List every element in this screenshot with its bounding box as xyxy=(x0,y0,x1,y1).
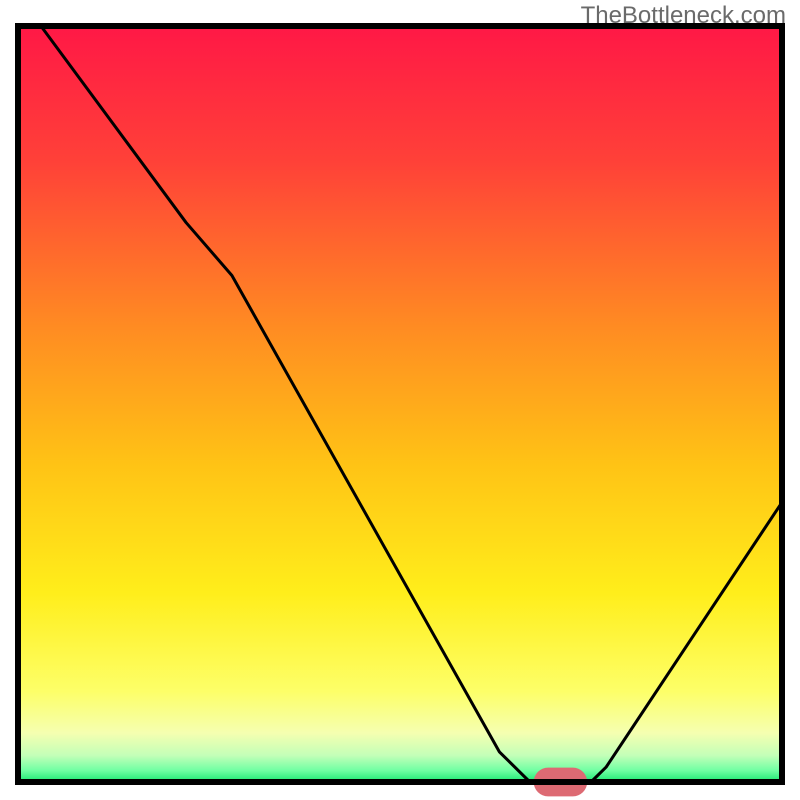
chart-container: TheBottleneck.com xyxy=(0,0,800,800)
bottleneck-chart xyxy=(0,0,800,800)
watermark-text: TheBottleneck.com xyxy=(581,2,786,30)
